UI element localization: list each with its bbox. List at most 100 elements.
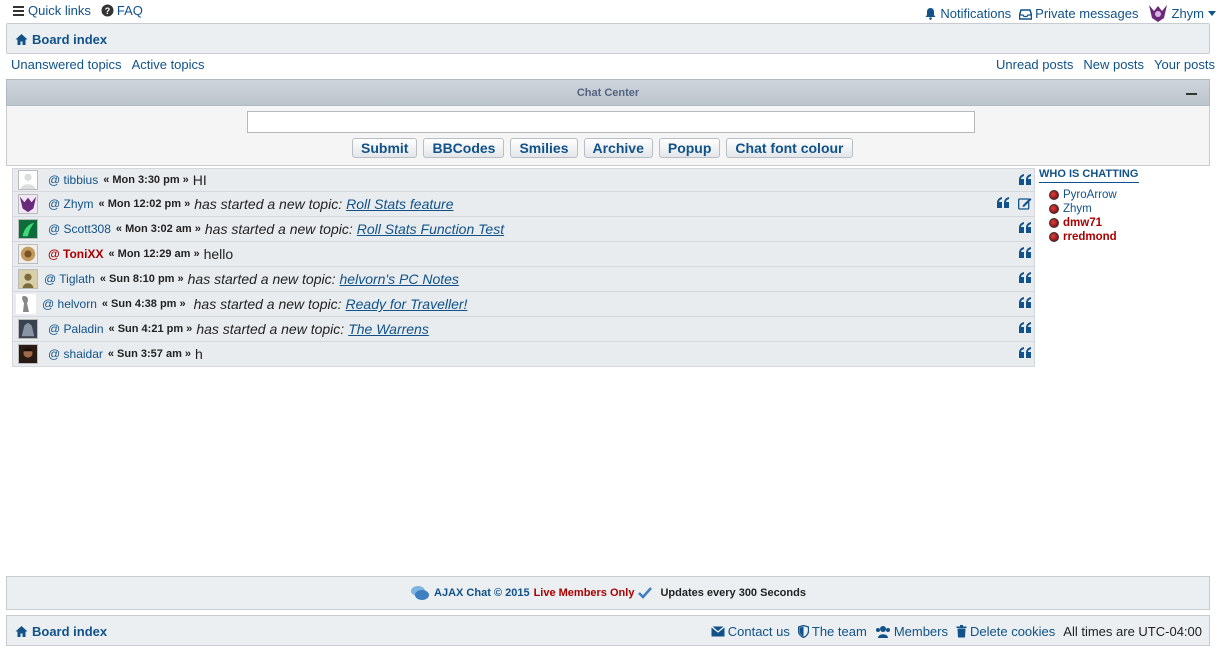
quote-icon[interactable] xyxy=(1019,247,1032,258)
collapse-icon[interactable] xyxy=(1186,93,1197,95)
message-time: « Sun 8:10 pm » xyxy=(99,273,184,285)
footer-board-index-label: Board index xyxy=(32,624,108,639)
chatter-item: dmw71 xyxy=(1049,216,1209,230)
caret-down-icon xyxy=(1208,11,1216,16)
message-username[interactable]: @ tibbius xyxy=(48,173,98,187)
faq-link[interactable]: ? FAQ xyxy=(101,3,143,18)
bbcodes-button[interactable]: BBCodes xyxy=(423,138,505,158)
message-text: has started a new topic: xyxy=(194,196,343,212)
quote-icon[interactable] xyxy=(1019,322,1032,333)
user-avatar-icon xyxy=(1148,5,1167,22)
faq-label: FAQ xyxy=(116,3,143,18)
envelope-icon xyxy=(710,626,725,637)
quick-links-left: Unanswered topics Active topics xyxy=(11,57,205,72)
chatter-name[interactable]: dmw71 xyxy=(1063,217,1102,229)
avatar-default-icon xyxy=(18,170,38,190)
quick-links-label: Quick links xyxy=(28,3,91,18)
popup-button[interactable]: Popup xyxy=(658,138,721,158)
question-circle-icon: ? xyxy=(101,4,114,17)
quote-icon[interactable] xyxy=(1019,347,1032,358)
chat-font-colour-button[interactable]: Chat font colour xyxy=(726,138,853,158)
live-members-only: Live Members Only xyxy=(533,587,635,599)
quote-icon[interactable] xyxy=(1019,222,1032,233)
topic-link[interactable]: Ready for Traveller! xyxy=(346,296,468,312)
topic-link[interactable]: The Warrens xyxy=(348,321,429,337)
message-time: « Mon 3:30 pm » xyxy=(103,174,189,186)
unread-posts-link[interactable]: Unread posts xyxy=(996,57,1073,72)
quote-icon[interactable] xyxy=(1019,297,1032,308)
message-time: « Sun 4:38 pm » xyxy=(101,298,186,310)
new-posts-link[interactable]: New posts xyxy=(1083,57,1144,72)
your-posts-link[interactable]: Your posts xyxy=(1154,57,1215,72)
chat-title: Chat Center xyxy=(576,87,640,99)
message-username[interactable]: @ Tiglath xyxy=(44,272,95,286)
chat-message: @ Zhym « Mon 12:02 pm » has started a ne… xyxy=(12,192,1035,217)
quote-icon[interactable] xyxy=(997,197,1010,208)
message-username[interactable]: @ Paladin xyxy=(48,322,104,336)
message-time: « Mon 12:29 am » xyxy=(108,248,200,260)
username-label: Zhym xyxy=(1171,5,1205,21)
message-time: « Mon 3:02 am » xyxy=(115,223,201,235)
chat-message: @ ToniXX « Mon 12:29 am » hello xyxy=(12,242,1035,267)
avatar-scott308-icon xyxy=(18,219,38,239)
chat-message: @ Paladin « Sun 4:21 pm » has started a … xyxy=(12,317,1035,342)
members-link[interactable]: Members xyxy=(875,624,948,639)
chatter-name[interactable]: rredmond xyxy=(1063,231,1117,243)
avatar-shaidar-icon xyxy=(18,344,38,364)
quote-icon[interactable] xyxy=(1019,174,1032,185)
chat-message: @ Scott308 « Mon 3:02 am » has started a… xyxy=(12,217,1035,242)
chat-button-row: Submit BBCodes Smilies Archive Popup Cha… xyxy=(352,138,853,158)
avatar-helvorn-icon xyxy=(16,294,36,314)
avatar-tonixx-icon xyxy=(18,244,38,264)
message-time: « Sun 4:21 pm » xyxy=(108,323,193,335)
topic-link[interactable]: Roll Stats Function Test xyxy=(357,221,504,237)
page-footer: Board index Contact us The team Members … xyxy=(6,615,1210,646)
avatar-zhym-icon xyxy=(18,194,38,214)
chatter-item: Zhym xyxy=(1049,202,1209,216)
topic-link[interactable]: Roll Stats feature xyxy=(346,196,453,212)
unanswered-topics-link[interactable]: Unanswered topics xyxy=(11,57,122,72)
message-time: « Sun 3:57 am » xyxy=(107,348,192,360)
active-topics-link[interactable]: Active topics xyxy=(132,57,205,72)
top-navbar: Quick links ? FAQ Notifications Private … xyxy=(0,0,1227,22)
archive-button[interactable]: Archive xyxy=(583,138,653,158)
chat-message-list: @ tibbius « Mon 3:30 pm » HI @ Zhym « Mo… xyxy=(12,168,1035,367)
edit-icon[interactable] xyxy=(1018,197,1032,210)
submit-button[interactable]: Submit xyxy=(352,138,418,158)
message-username[interactable]: @ Zhym xyxy=(48,197,94,211)
shield-icon xyxy=(797,625,809,638)
contact-us-label: Contact us xyxy=(727,624,790,639)
message-time: « Mon 12:02 pm » xyxy=(98,198,191,210)
notifications-label: Notifications xyxy=(940,5,1012,21)
topic-link[interactable]: helvorn's PC Notes xyxy=(340,271,459,287)
checkmark-icon xyxy=(638,587,653,599)
who-is-chatting-title: WHO IS CHATTING xyxy=(1039,168,1139,183)
message-username[interactable]: @ ToniXX xyxy=(48,247,103,261)
notifications-link[interactable]: Notifications xyxy=(924,6,1011,21)
footer-board-index-link[interactable]: Board index xyxy=(15,624,107,639)
private-messages-link[interactable]: Private messages xyxy=(1019,6,1139,21)
chatter-name[interactable]: Zhym xyxy=(1063,203,1092,215)
chat-footer: AJAX Chat © 2015 Live Members Only Updat… xyxy=(6,576,1210,610)
the-team-link[interactable]: The team xyxy=(797,624,867,639)
updates-interval: Updates every 300 Seconds xyxy=(660,587,806,599)
chat-message-input[interactable] xyxy=(247,111,975,133)
chatter-name[interactable]: PyroArrow xyxy=(1063,189,1117,201)
message-username[interactable]: @ Scott308 xyxy=(48,222,111,236)
message-text: has started a new topic: xyxy=(204,221,353,237)
message-text: hello xyxy=(203,246,234,262)
quick-links-menu[interactable]: Quick links xyxy=(12,3,91,18)
board-index-label: Board index xyxy=(32,32,108,47)
chat-message: @ shaidar « Sun 3:57 am » h xyxy=(12,342,1035,367)
message-text: has started a new topic: xyxy=(196,321,345,337)
delete-cookies-link[interactable]: Delete cookies xyxy=(956,624,1055,639)
chat-message: @ tibbius « Mon 3:30 pm » HI xyxy=(12,168,1035,192)
quote-icon[interactable] xyxy=(1019,272,1032,283)
contact-us-link[interactable]: Contact us xyxy=(710,624,790,639)
ajax-chat-link[interactable]: AJAX Chat © 2015 xyxy=(434,587,530,599)
smilies-button[interactable]: Smilies xyxy=(510,138,578,158)
message-username[interactable]: @ shaidar xyxy=(48,347,103,361)
board-index-link[interactable]: Board index xyxy=(15,32,107,47)
user-menu[interactable]: Zhym xyxy=(1147,3,1218,23)
message-username[interactable]: @ helvorn xyxy=(42,297,97,311)
